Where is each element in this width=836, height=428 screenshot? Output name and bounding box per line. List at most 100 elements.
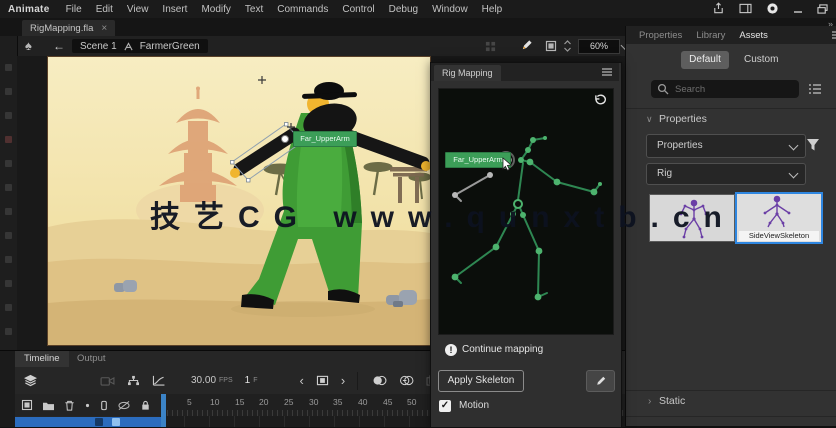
filter-icon[interactable]: [806, 138, 820, 152]
ruler-number: 20: [259, 397, 269, 407]
menu-control[interactable]: Control: [342, 4, 374, 15]
document-tab[interactable]: RigMapping.fla ×: [22, 20, 116, 36]
ruler-number: 10: [210, 397, 220, 407]
menubar: Animate File Edit View Insert Modify Tex…: [0, 0, 836, 18]
back-arrow-icon[interactable]: ←: [53, 39, 65, 53]
menu-insert[interactable]: Insert: [162, 4, 187, 15]
search-box[interactable]: [651, 80, 799, 98]
menu-modify[interactable]: Modify: [201, 4, 230, 15]
panel-menu-icon[interactable]: [831, 31, 836, 39]
menu-edit[interactable]: Edit: [96, 4, 113, 15]
restore-window-icon[interactable]: [817, 3, 828, 14]
onion-skin-outlines-icon[interactable]: [399, 375, 414, 386]
tab-library[interactable]: Library: [696, 30, 725, 41]
properties-dropdown[interactable]: Properties: [646, 134, 806, 158]
section-static-header[interactable]: Static: [659, 395, 685, 407]
outline-view-icon[interactable]: [100, 400, 108, 411]
menu-text[interactable]: Text: [245, 4, 263, 15]
current-frame-unit: F: [253, 377, 258, 384]
subtab-custom[interactable]: Custom: [744, 51, 778, 69]
step-forward-icon[interactable]: ›: [341, 373, 345, 388]
menu-file[interactable]: File: [66, 4, 82, 15]
rig-preview-canvas[interactable]: [438, 88, 614, 335]
section-chevron-right-icon[interactable]: ›: [648, 396, 651, 407]
workspace-layout-icon[interactable]: [739, 3, 752, 14]
motion-checkbox[interactable]: ✓: [439, 400, 451, 412]
zoom-level-field[interactable]: 60%: [578, 39, 620, 54]
hide-layer-icon[interactable]: [117, 400, 131, 411]
step-back-icon[interactable]: ‹: [300, 373, 304, 388]
animate-app-window: Animate File Edit View Insert Modify Tex…: [0, 0, 836, 428]
alert-icon: !: [445, 344, 457, 356]
breadcrumb-scene[interactable]: Scene 1: [80, 41, 117, 52]
list-view-icon[interactable]: [808, 83, 822, 95]
document-title: RigMapping.fla: [30, 22, 94, 34]
tab-assets[interactable]: Assets: [739, 30, 768, 41]
menu-help[interactable]: Help: [482, 4, 503, 15]
center-frame-icon[interactable]: [316, 375, 329, 386]
layers-icon[interactable]: [23, 374, 38, 387]
ruler-number: 40: [358, 397, 368, 407]
assets-panel: » Properties Library Assets Default Cust…: [625, 19, 836, 426]
reset-rig-icon[interactable]: [593, 93, 608, 106]
section-properties-header[interactable]: Properties: [659, 113, 707, 125]
grid-icon[interactable]: [485, 41, 496, 52]
edit-rig-button[interactable]: [586, 370, 615, 392]
rig-dropdown[interactable]: Rig: [646, 163, 806, 185]
breadcrumb-symbol[interactable]: FarmerGreen: [140, 41, 200, 52]
edit-bar: ♠ ← Scene 1 FarmerGreen 60%: [17, 36, 631, 57]
search-icon: [657, 83, 669, 95]
bone-anchor-dot[interactable]: [281, 135, 289, 143]
record-icon[interactable]: [766, 2, 779, 15]
search-input[interactable]: [673, 81, 795, 98]
layer-icon: [95, 418, 103, 426]
layer-controls: [15, 394, 166, 416]
layer-visibility-cell[interactable]: [112, 418, 120, 426]
tab-properties[interactable]: Properties: [639, 30, 682, 41]
ruler-number: 30: [309, 397, 319, 407]
timeline-gutter: [0, 351, 15, 427]
menu-view[interactable]: View: [127, 4, 149, 15]
tab-timeline[interactable]: Timeline: [15, 351, 69, 367]
share-icon[interactable]: [712, 2, 725, 15]
app-logo: Animate: [8, 3, 50, 15]
ruler-number: 15: [235, 397, 245, 407]
zoom-stepper-icon[interactable]: [563, 39, 572, 53]
breadcrumb: Scene 1 FarmerGreen: [72, 39, 208, 53]
chevron-down-icon: [788, 168, 799, 179]
menu-commands[interactable]: Commands: [277, 4, 328, 15]
camera-icon[interactable]: [100, 375, 115, 386]
pen-icon[interactable]: [520, 39, 533, 52]
pelvis-node: [513, 199, 523, 209]
stage-canvas[interactable]: Far_UpperArm: [48, 57, 430, 345]
menu-debug[interactable]: Debug: [389, 4, 418, 15]
frame-view-icon[interactable]: [21, 399, 33, 411]
rig-dropdown-value: Rig: [657, 168, 673, 179]
stage-spade-icon[interactable]: ♠: [25, 38, 32, 53]
clip-content-icon[interactable]: [545, 40, 557, 52]
subtab-default[interactable]: Default: [681, 51, 729, 69]
tab-output[interactable]: Output: [68, 351, 115, 367]
asset-thumbnail-sideview-skeleton[interactable]: SideViewSkeleton: [735, 192, 823, 244]
hand-point-left: [230, 168, 240, 178]
highlight-dot-icon[interactable]: [84, 402, 91, 409]
minimize-icon[interactable]: [793, 4, 803, 14]
menu-window[interactable]: Window: [432, 4, 468, 15]
graph-editor-icon[interactable]: [152, 375, 165, 386]
parenting-view-icon[interactable]: [127, 375, 140, 386]
playhead[interactable]: [161, 394, 166, 427]
section-chevron-icon[interactable]: ∨: [646, 114, 653, 125]
tab-rig-mapping[interactable]: Rig Mapping: [434, 65, 501, 81]
new-folder-icon[interactable]: [42, 400, 55, 411]
apply-skeleton-button[interactable]: Apply Skeleton: [438, 370, 524, 392]
delete-layer-icon[interactable]: [64, 400, 75, 411]
stage-bone-label[interactable]: Far_UpperArm: [293, 131, 357, 147]
panel-menu-icon[interactable]: [601, 68, 613, 76]
ruler-number: 50: [407, 397, 417, 407]
lock-layer-icon[interactable]: [140, 400, 151, 411]
onion-skin-icon[interactable]: [372, 375, 387, 386]
asset-thumbnail-front-skeleton[interactable]: [649, 194, 735, 242]
close-icon[interactable]: ×: [101, 23, 107, 34]
fps-value[interactable]: 30.00: [191, 375, 216, 386]
current-frame-value[interactable]: 1: [245, 375, 251, 386]
